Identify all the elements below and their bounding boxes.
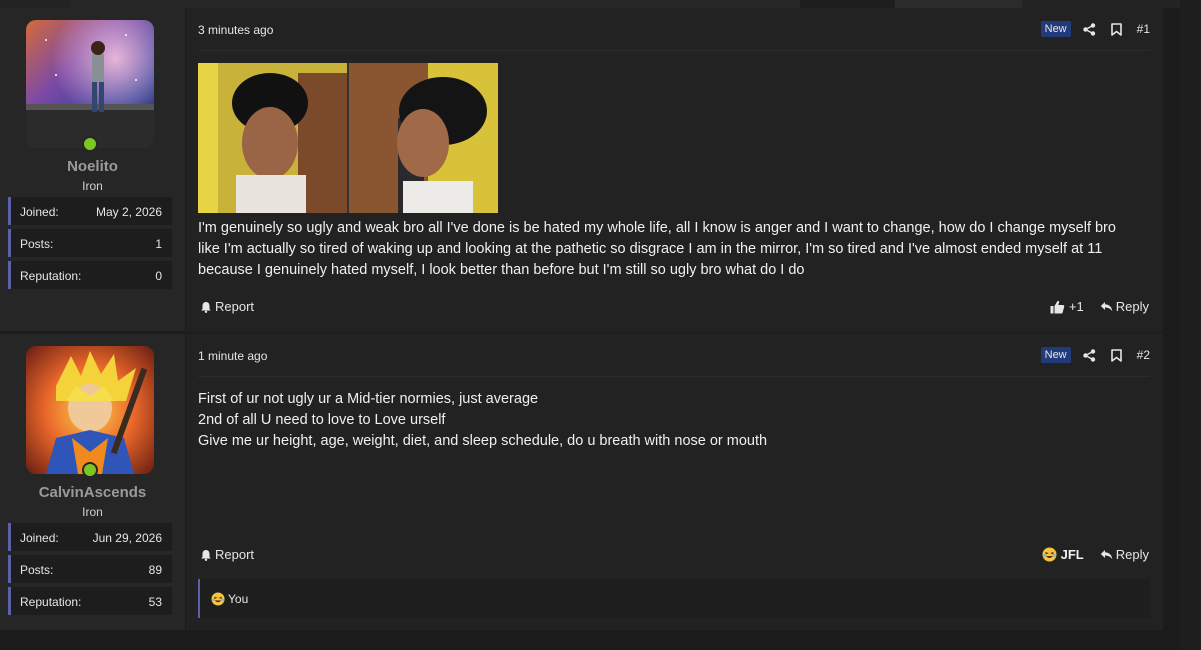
post-1: Noelito Iron Joined: May 2, 2026 Posts: …: [0, 8, 1163, 331]
avatar[interactable]: [26, 20, 154, 148]
stat-joined: Joined: May 2, 2026: [8, 197, 172, 225]
top-bar-segment: [70, 0, 800, 8]
post-body-line: First of ur not ugly ur a Mid-tier normi…: [198, 391, 539, 407]
divider: [198, 376, 1150, 377]
avatar-image: [26, 20, 154, 148]
post-time[interactable]: 3 minutes ago: [198, 23, 273, 37]
reply-icon: [1100, 302, 1112, 312]
laughing-emoji-icon: [1042, 547, 1057, 562]
post-body-line: like I'm actually so tired of waking up …: [198, 241, 1103, 257]
post-body: First of ur not ugly ur a Mid-tier normi…: [198, 389, 1153, 452]
online-status-icon: [82, 462, 98, 478]
top-bar-segment: [800, 0, 895, 8]
post-time[interactable]: 1 minute ago: [198, 349, 267, 363]
reaction-button[interactable]: JFL: [1042, 547, 1084, 562]
stat-value: Jun 29, 2026: [92, 531, 162, 545]
scrollbar-track[interactable]: [1180, 0, 1201, 650]
reply-button[interactable]: Reply: [1100, 299, 1149, 314]
reaction-label: JFL: [1060, 547, 1084, 562]
stat-value: 89: [148, 563, 162, 577]
bell-icon: [201, 549, 211, 561]
post-number-link[interactable]: #1: [1137, 22, 1150, 36]
post-body-line: Give me ur height, age, weight, diet, an…: [198, 433, 768, 449]
bell-icon: [201, 301, 211, 313]
user-pane: Noelito Iron Joined: May 2, 2026 Posts: …: [0, 8, 185, 331]
like-count: +1: [1068, 299, 1084, 314]
reply-label: Reply: [1115, 547, 1149, 562]
thumbs-up-icon: [1050, 300, 1065, 313]
user-rank: Iron: [82, 505, 103, 519]
post-body-line: 2nd of all U need to love to Love urself: [198, 412, 446, 428]
stat-value: 1: [155, 237, 162, 251]
report-label: Report: [215, 299, 255, 314]
reply-label: Reply: [1115, 299, 1149, 314]
reactions-summary[interactable]: You: [198, 579, 1150, 618]
report-button[interactable]: Report: [200, 547, 254, 562]
post-body-line: because I genuinely hated myself, I look…: [198, 262, 805, 278]
post-actions: JFL Reply: [1042, 547, 1149, 562]
top-bar: [0, 0, 1180, 8]
post-2: CalvinAscends Iron Joined: Jun 29, 2026 …: [0, 334, 1163, 630]
new-badge: New: [1040, 21, 1071, 37]
laughing-emoji-icon: [211, 591, 225, 606]
stat-label: Joined:: [20, 531, 59, 545]
post-content: 1 minute ago New #2 First of ur not ugly…: [186, 334, 1163, 630]
divider: [198, 50, 1150, 51]
reactions-summary-text: You: [228, 591, 249, 606]
bookmark-icon[interactable]: [1110, 348, 1124, 362]
new-badge: New: [1040, 347, 1071, 363]
stat-label: Posts:: [20, 237, 54, 251]
post-actions: +1 Reply: [1050, 299, 1149, 314]
post-meta-actions: New #1: [1040, 20, 1150, 38]
report-button[interactable]: Report: [200, 299, 254, 314]
attachment-image: [198, 63, 498, 213]
avatar-image: [26, 346, 154, 474]
share-icon[interactable]: [1083, 22, 1097, 36]
online-status-icon: [82, 136, 98, 152]
post-attachment-image[interactable]: [198, 63, 498, 213]
like-button[interactable]: +1: [1050, 299, 1084, 314]
top-bar-segment: [895, 0, 1022, 8]
bookmark-icon[interactable]: [1110, 22, 1124, 36]
stat-posts: Posts: 1: [8, 229, 172, 257]
stat-joined: Joined: Jun 29, 2026: [8, 523, 172, 551]
post-meta-actions: New #2: [1040, 346, 1150, 364]
stat-posts: Posts: 89: [8, 555, 172, 583]
stat-value: May 2, 2026: [95, 205, 162, 219]
post-number-link[interactable]: #2: [1137, 348, 1150, 362]
post-body: I'm genuinely so ugly and weak bro all I…: [198, 218, 1153, 281]
post-body-line: I'm genuinely so ugly and weak bro all I…: [198, 220, 1116, 236]
stat-reputation: Reputation: 53: [8, 587, 172, 615]
avatar[interactable]: [26, 346, 154, 474]
stat-reputation: Reputation: 0: [8, 261, 172, 289]
stat-label: Reputation:: [20, 595, 82, 609]
reply-icon: [1100, 550, 1112, 560]
user-rank: Iron: [82, 179, 103, 193]
stat-label: Posts:: [20, 563, 54, 577]
post-content: 3 minutes ago New #1 I'm genuinely so ug…: [186, 8, 1163, 331]
username[interactable]: Noelito: [0, 158, 185, 175]
username[interactable]: CalvinAscends: [0, 484, 185, 501]
stat-label: Joined:: [20, 205, 59, 219]
stat-label: Reputation:: [20, 269, 82, 283]
stat-value: 0: [155, 269, 162, 283]
stat-value: 53: [148, 595, 162, 609]
user-pane: CalvinAscends Iron Joined: Jun 29, 2026 …: [0, 334, 185, 630]
report-label: Report: [215, 547, 255, 562]
share-icon[interactable]: [1083, 348, 1097, 362]
reply-button[interactable]: Reply: [1100, 547, 1149, 562]
